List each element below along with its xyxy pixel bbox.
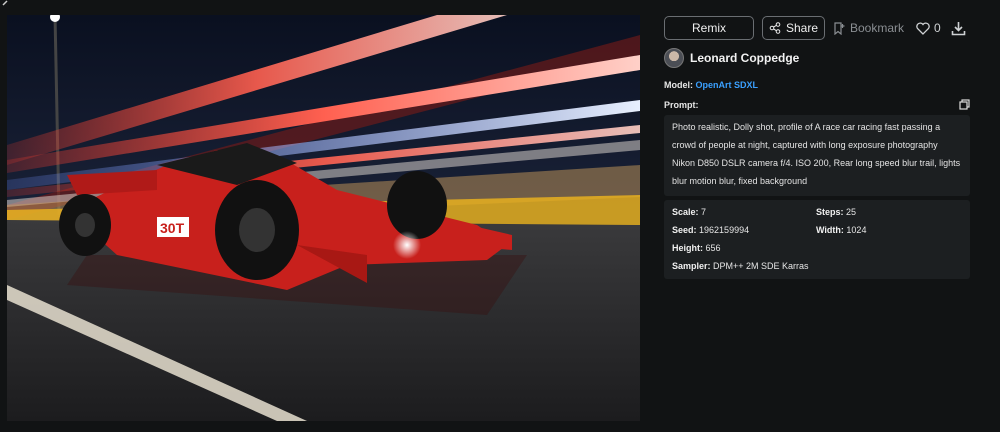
model-link[interactable]: OpenArt SDXL bbox=[696, 80, 759, 90]
like-button[interactable]: 0 bbox=[916, 21, 941, 35]
share-button[interactable]: Share bbox=[762, 16, 825, 40]
prompt-header: Prompt: bbox=[664, 99, 970, 110]
author-name[interactable]: Leonard Coppedge bbox=[690, 51, 799, 65]
race-car-image: 30T bbox=[7, 15, 640, 421]
param-height: Height: 656 bbox=[672, 243, 721, 253]
download-icon bbox=[951, 21, 966, 35]
avatar[interactable] bbox=[664, 48, 684, 68]
bookmark-icon bbox=[834, 21, 845, 35]
car-number: 30T bbox=[160, 220, 185, 236]
prompt-text: Photo realistic, Dolly shot, profile of … bbox=[664, 115, 970, 196]
model-line: Model: OpenArt SDXL bbox=[664, 80, 970, 90]
generated-image: 30T bbox=[7, 15, 640, 421]
generation-params: Scale: 7 Steps: 25 Seed: 1962159994 Widt… bbox=[664, 200, 970, 279]
bookmark-label: Bookmark bbox=[850, 21, 905, 35]
remix-button[interactable]: Remix bbox=[664, 16, 754, 40]
copy-icon[interactable] bbox=[959, 99, 970, 110]
bookmark-button[interactable]: Bookmark bbox=[833, 21, 904, 35]
details-panel: Remix Share Bookmark 0 Leonard Coppedge … bbox=[664, 16, 970, 279]
author-row[interactable]: Leonard Coppedge bbox=[664, 48, 970, 68]
param-sampler: Sampler: DPM++ 2M SDE Karras bbox=[672, 261, 809, 271]
back-arrow-icon[interactable] bbox=[0, 0, 10, 10]
like-count: 0 bbox=[934, 21, 941, 35]
share-label: Share bbox=[785, 21, 819, 35]
param-scale: Scale: 7 bbox=[672, 207, 707, 217]
param-steps: Steps: 25 bbox=[816, 207, 857, 217]
param-width: Width: 1024 bbox=[816, 225, 867, 235]
share-icon bbox=[769, 22, 781, 34]
prompt-label: Prompt: bbox=[664, 99, 699, 110]
model-label: Model: bbox=[664, 80, 693, 90]
action-bar: Remix Share Bookmark 0 bbox=[664, 16, 970, 40]
heart-icon bbox=[916, 21, 930, 35]
download-button[interactable] bbox=[951, 21, 966, 36]
param-seed: Seed: 1962159994 bbox=[672, 225, 750, 235]
